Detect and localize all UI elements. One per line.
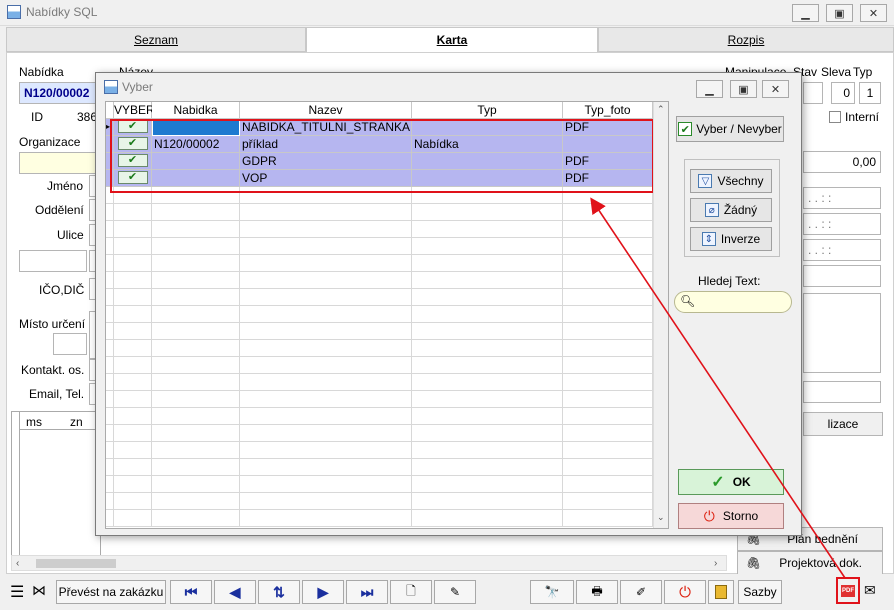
annotation-arrow [590, 197, 846, 579]
arrow-line [590, 197, 846, 579]
